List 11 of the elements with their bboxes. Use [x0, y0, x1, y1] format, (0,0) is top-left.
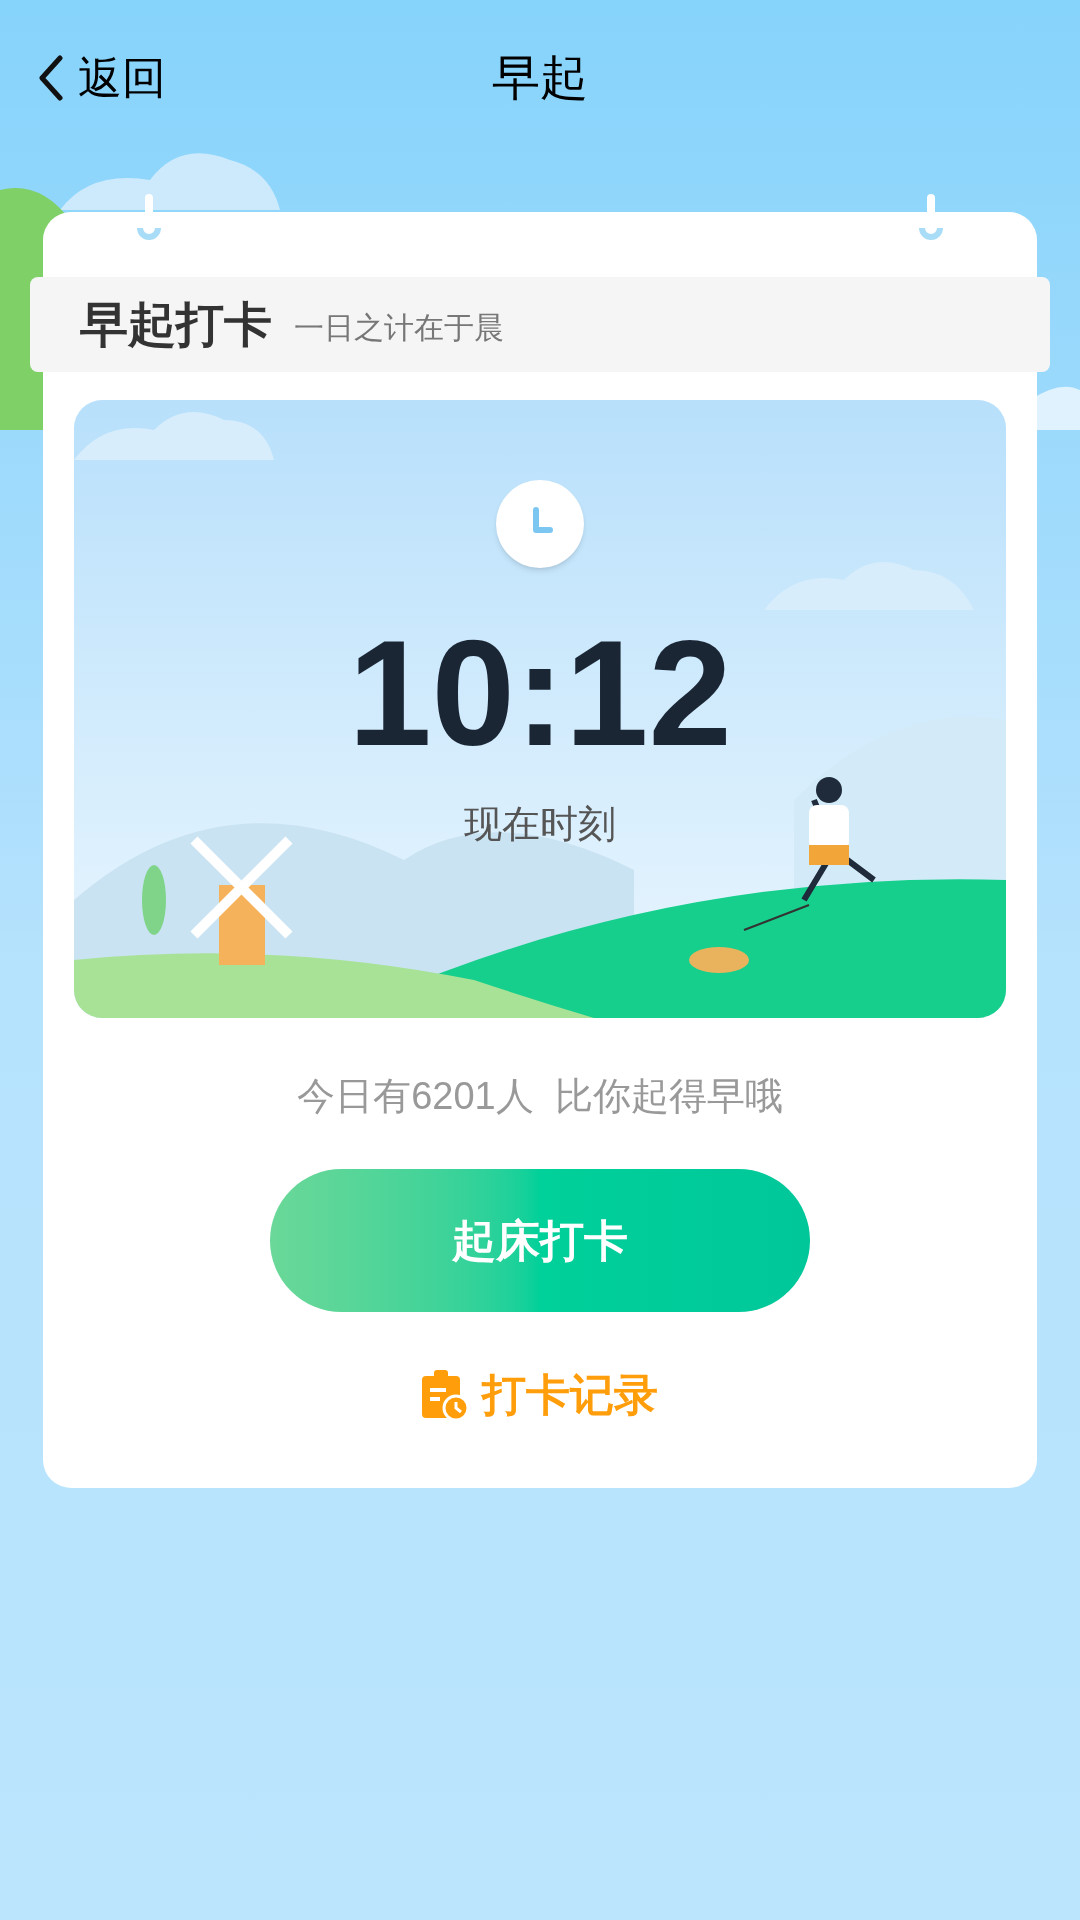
early-riser-count: 今日有6201人 比你起得早哦: [297, 1074, 783, 1119]
checkin-button[interactable]: 起床打卡: [270, 1169, 810, 1312]
card-title: 早起打卡: [80, 296, 272, 353]
clipboard-clock-icon: [422, 1370, 468, 1420]
page-title: 早起: [492, 50, 588, 106]
checkin-record-link[interactable]: 打卡记录: [422, 1362, 658, 1428]
time-caption: 现在时刻: [464, 802, 616, 847]
back-icon: [38, 55, 64, 101]
back-button[interactable]: 返回: [38, 45, 166, 111]
current-time: 10:12: [348, 618, 732, 768]
card-subtitle: 一日之计在于晨: [294, 310, 504, 346]
